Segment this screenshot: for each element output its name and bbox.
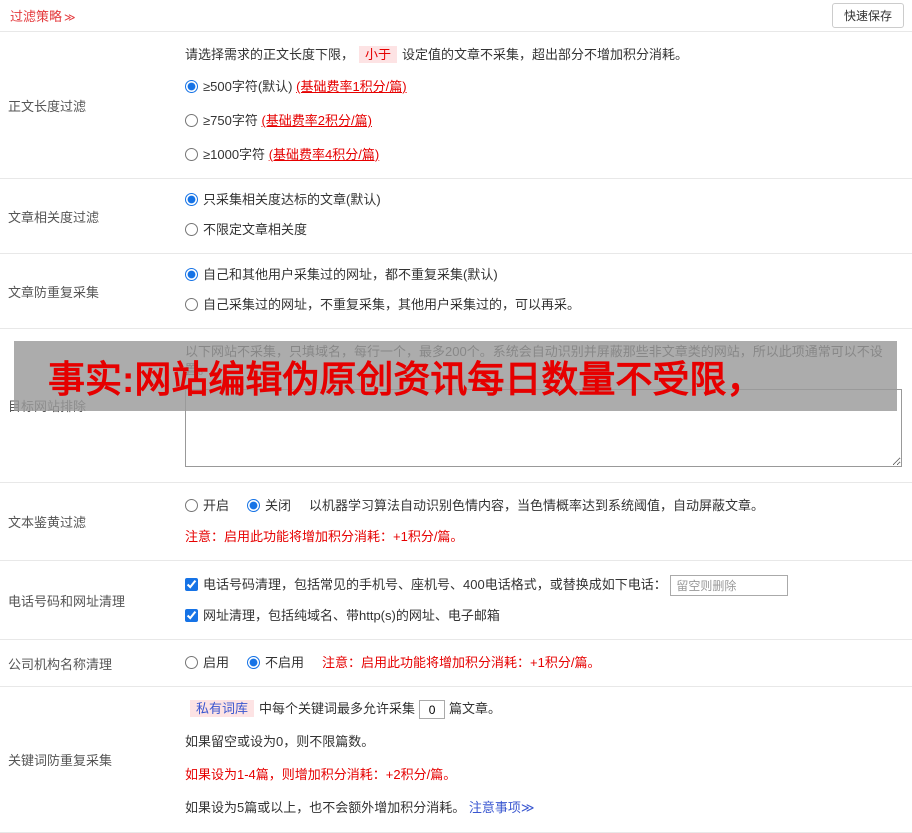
row-porn-filter: 文本鉴黄过滤 开启 关闭 以机器学习算法自动识别色情内容，当色情概率达到系统阈值，自… (0, 483, 912, 561)
option-label: 网址清理，包括纯域名、带http(s)的网址、电子邮箱 (203, 608, 500, 623)
quick-save-button[interactable]: 快速保存 (831, 3, 904, 28)
header: 过滤策略 ≫ 快速保存 (0, 0, 912, 32)
row-label: 电话号码和网址清理 (8, 593, 126, 609)
company-clean-off-option[interactable]: 不启用 (247, 655, 304, 670)
row-label: 公司机构名称清理 (8, 656, 113, 672)
phone-replace-input[interactable] (670, 575, 789, 596)
row-company-name-clean: 公司机构名称清理 启用 不启用 注意：启用此功能将增加积分消耗：+1积分/篇。 (0, 640, 912, 687)
option-label: ≥1000字符 (203, 147, 266, 162)
row-content: 自己和其他用户采集过的网址，都不重复采集(默认) 自己采集过的网址，不重复采集，… (175, 266, 912, 316)
row-content: 私有词库中每个关键词最多允许采集 篇文章。 如果留空或设为0，则不限篇数。 如果设… (175, 699, 912, 820)
desc-text: 请选择需求的正文长度下限， (185, 47, 355, 62)
porn-filter-off-radio[interactable] (247, 499, 261, 512)
notes-link[interactable]: 注意事项≫ (469, 800, 535, 815)
company-clean-on-radio[interactable] (185, 656, 198, 669)
fee-note: (基础费率4积分/篇) (268, 147, 380, 162)
company-clean-cost-note: 注意：启用此功能将增加积分消耗：+1积分/篇。 (322, 655, 601, 670)
row-content: 电话号码清理，包括常见的手机号、座机号、400电话格式，或替换成如下电话： 网址… (175, 573, 912, 627)
option-label: 自己和其他用户采集过的网址，都不重复采集(默认) (203, 267, 498, 282)
private-thesaurus-link[interactable]: 私有词库 (190, 700, 255, 717)
row-label: 正文长度过滤 (8, 98, 87, 114)
url-clean-option[interactable]: 网址清理，包括纯域名、带http(s)的网址、电子邮箱 (185, 608, 500, 623)
porn-off-option[interactable]: 关闭 (247, 498, 291, 513)
chevron-down-icon: ≫ (64, 12, 76, 24)
fee-note: (基础费率1积分/篇) (296, 79, 407, 94)
length-1000-option[interactable]: ≥1000字符 (基础费率4积分/篇) (185, 146, 902, 164)
less-than-highlight: 小于 (359, 46, 398, 63)
page-title-text: 过滤策略 (10, 9, 63, 24)
line-text: 如果设为5篇或以上，也不会额外增加积分消耗。 (185, 800, 466, 816)
keyword-note-unlimited: 如果留空或设为0，则不限篇数。 (185, 734, 375, 750)
row-relevance-filter: 文章相关度过滤 只采集相关度达标的文章(默认) 不限定文章相关度 (0, 179, 912, 254)
keyword-limit-input[interactable] (419, 700, 446, 720)
option-label: 不启用 (265, 655, 305, 670)
row-content-length-filter: 正文长度过滤 请选择需求的正文长度下限， 小于 设定值的文章不采集，超出部分不增加积… (0, 32, 912, 179)
porn-filter-options: 开启 关闭 以机器学习算法自动识别色情内容，当色情概率达到系统阈值，自动屏蔽文章。 (185, 497, 902, 515)
option-label: 电话号码清理，包括常见的手机号、座机号、400电话格式，或替换成如下电话： (203, 576, 667, 592)
dedup-all-users-radio[interactable] (185, 268, 198, 281)
dedup-self-only-radio[interactable] (185, 298, 198, 311)
dedup-self-only-option[interactable]: 自己采集过的网址，不重复采集，其他用户采集过的，可以再采。 (185, 296, 902, 314)
company-clean-options: 启用 不启用 注意：启用此功能将增加积分消耗：+1积分/篇。 (185, 654, 902, 672)
company-clean-on-option[interactable]: 启用 (185, 655, 229, 670)
row-label: 文章相关度过滤 (8, 209, 100, 225)
option-label: 启用 (203, 655, 230, 670)
length-500-radio[interactable] (185, 80, 198, 93)
company-clean-off-radio[interactable] (247, 656, 261, 669)
watermark-text: 事实:网站编辑伪原创资讯每日数量不受限， (48, 359, 764, 400)
length-750-radio[interactable] (185, 114, 198, 127)
option-label: ≥500字符(默认) (203, 79, 293, 94)
relevance-strict-option[interactable]: 只采集相关度达标的文章(默认) (185, 191, 902, 209)
relevance-any-option[interactable]: 不限定文章相关度 (185, 221, 902, 239)
row-label: 文本鉴黄过滤 (8, 515, 87, 530)
row-label: 文章防重复采集 (8, 284, 100, 300)
url-clean-line: 网址清理，包括纯域名、带http(s)的网址、电子邮箱 (185, 607, 902, 625)
length-500-option[interactable]: ≥500字符(默认) (基础费率1积分/篇) (185, 78, 902, 96)
desc-text: 设定值的文章不采集，超出部分不增加积分消耗。 (402, 47, 689, 62)
row-content: 开启 关闭 以机器学习算法自动识别色情内容，当色情概率达到系统阈值，自动屏蔽文章。 … (175, 495, 912, 548)
phone-clean-checkbox[interactable] (185, 577, 198, 591)
relevance-strict-radio[interactable] (185, 193, 198, 206)
phone-clean-option[interactable]: 电话号码清理，包括常见的手机号、座机号、400电话格式，或替换成如下电话： (185, 577, 667, 592)
option-label: ≥750字符 (203, 113, 258, 128)
fee-note: (基础费率2积分/篇) (261, 113, 372, 128)
length-filter-description: 请选择需求的正文长度下限， 小于 设定值的文章不采集，超出部分不增加积分消耗。 (185, 46, 902, 64)
option-label: 关闭 (265, 498, 292, 513)
porn-filter-cost-note: 注意：启用此功能将增加积分消耗：+1积分/篇。 (185, 529, 464, 544)
porn-on-option[interactable]: 开启 (185, 498, 229, 513)
dedup-all-users-option[interactable]: 自己和其他用户采集过的网址，都不重复采集(默认) (185, 266, 902, 284)
row-content: 请选择需求的正文长度下限， 小于 设定值的文章不采集，超出部分不增加积分消耗。 ≥5… (175, 44, 912, 166)
row-label: 关键词防重复采集 (8, 753, 113, 769)
page-title[interactable]: 过滤策略 ≫ (10, 6, 76, 25)
option-label: 不限定文章相关度 (203, 222, 308, 237)
option-label: 自己采集过的网址，不重复采集，其他用户采集过的，可以再采。 (203, 297, 581, 312)
length-750-option[interactable]: ≥750字符 (基础费率2积分/篇) (185, 112, 902, 130)
option-label: 只采集相关度达标的文章(默认) (203, 192, 381, 207)
line-text: 中每个关键词最多允许采集 (259, 701, 416, 716)
keyword-note-five-plus: 如果设为5篇或以上，也不会额外增加积分消耗。 注意事项≫ (185, 798, 902, 818)
watermark-banner: 事实:网站编辑伪原创资讯每日数量不受限， (14, 341, 897, 411)
relevance-any-radio[interactable] (185, 223, 198, 236)
length-1000-radio[interactable] (185, 148, 198, 161)
keyword-limit-line: 私有词库中每个关键词最多允许采集 篇文章。 (185, 699, 902, 720)
keyword-note-cost: 如果设为1-4篇，则增加积分消耗：+2积分/篇。 (185, 767, 457, 783)
row-phone-url-clean: 电话号码和网址清理 电话号码清理，包括常见的手机号、座机号、400电话格式，或替… (0, 561, 912, 640)
row-content: 启用 不启用 注意：启用此功能将增加积分消耗：+1积分/篇。 (175, 652, 912, 674)
line-text: 篇文章。 (449, 701, 502, 716)
phone-clean-line: 电话号码清理，包括常见的手机号、座机号、400电话格式，或替换成如下电话： (185, 575, 902, 596)
row-dedup-collect: 文章防重复采集 自己和其他用户采集过的网址，都不重复采集(默认) 自己采集过的网… (0, 254, 912, 329)
porn-filter-on-radio[interactable] (185, 499, 198, 512)
option-label: 开启 (203, 498, 230, 513)
row-content: 只采集相关度达标的文章(默认) 不限定文章相关度 (175, 191, 912, 241)
row-keyword-dedup: 关键词防重复采集 私有词库中每个关键词最多允许采集 篇文章。 如果留空或设为0，则… (0, 687, 912, 833)
url-clean-checkbox[interactable] (185, 609, 198, 622)
porn-filter-description: 以机器学习算法自动识别色情内容，当色情概率达到系统阈值，自动屏蔽文章。 (309, 498, 765, 513)
